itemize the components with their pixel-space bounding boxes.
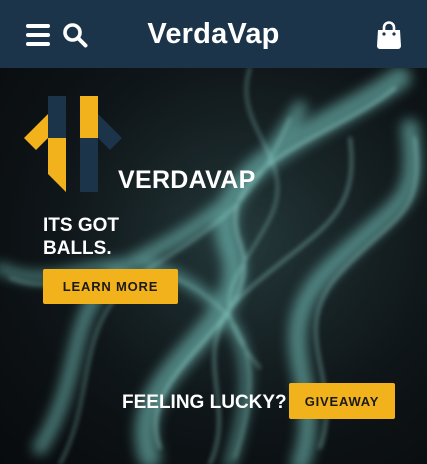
hamburger-menu-icon[interactable] xyxy=(26,24,50,46)
top-navigation-bar: VerdaVap xyxy=(0,0,427,68)
brand-home-link[interactable]: VerdaVap xyxy=(147,18,279,50)
learn-more-button[interactable]: LEARN MORE xyxy=(43,269,178,304)
hero-tagline: ITS GOT BALLS. xyxy=(43,214,119,260)
tagline-line-1: ITS GOT xyxy=(43,215,119,236)
shopping-bag-icon[interactable] xyxy=(376,20,402,50)
feeling-lucky-text: FEELING LUCKY? xyxy=(122,392,287,413)
logo-wordmark: VERDAVAP xyxy=(118,166,256,194)
verdavap-logo-icon xyxy=(24,96,122,192)
giveaway-button[interactable]: GIVEAWAY xyxy=(289,383,395,419)
search-icon[interactable] xyxy=(62,22,88,48)
tagline-line-2: BALLS. xyxy=(43,238,112,259)
hero-banner: VERDAVAP ITS GOT BALLS. LEARN MORE FEELI… xyxy=(0,68,427,464)
